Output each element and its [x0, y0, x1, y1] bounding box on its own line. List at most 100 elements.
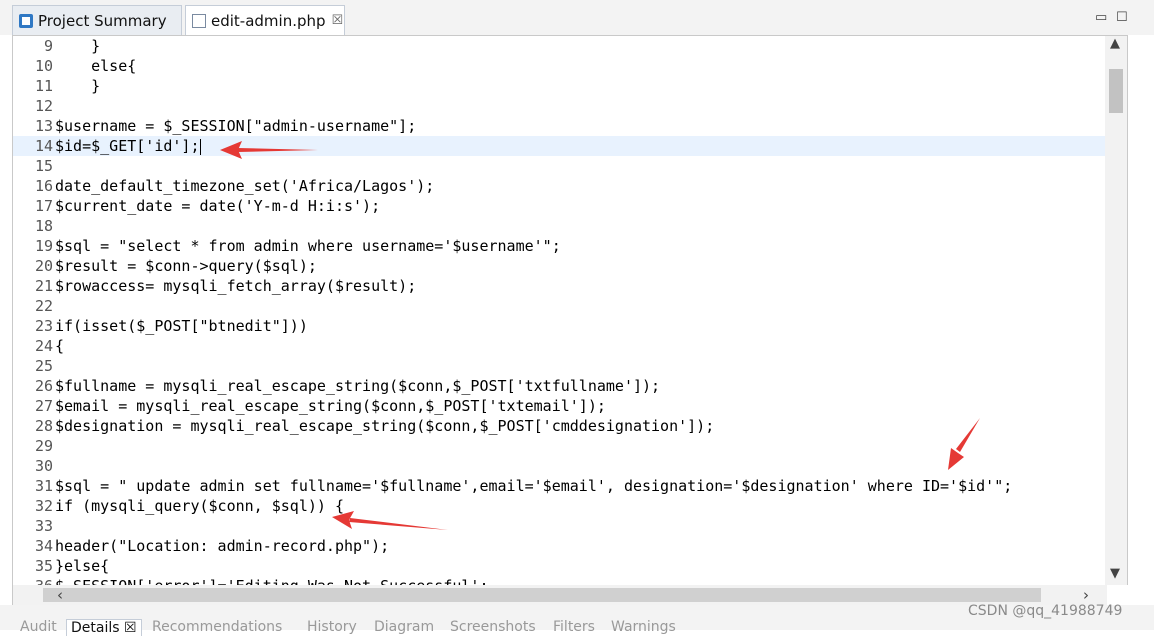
- line-number: 36: [13, 576, 53, 585]
- code-text[interactable]: $result = $conn->query($sql);: [55, 256, 317, 276]
- code-line[interactable]: 14 $id=$_GET['id'];: [13, 136, 1106, 156]
- scroll-left-icon[interactable]: ‹: [57, 586, 63, 604]
- line-number: 10: [34, 57, 53, 75]
- scroll-right-icon[interactable]: ›: [1083, 586, 1089, 604]
- code-line[interactable]: 33: [13, 516, 1106, 536]
- line-number: 13: [34, 117, 53, 135]
- code-line[interactable]: 34 header("Location: admin-record.php");: [13, 536, 1106, 556]
- line-number: 25: [34, 357, 53, 375]
- code-text[interactable]: $current_date = date('Y-m-d H:i:s');: [55, 196, 380, 216]
- code-line[interactable]: 18: [13, 216, 1106, 236]
- line-number: 32: [34, 497, 53, 515]
- code-line[interactable]: 19 $sql = "select * from admin where user…: [13, 236, 1106, 256]
- line-number: 22: [34, 297, 53, 315]
- code-line[interactable]: 23 if(isset($_POST["btnedit"])): [13, 316, 1106, 336]
- tab-history[interactable]: History: [307, 619, 357, 635]
- code-line[interactable]: 30: [13, 456, 1106, 476]
- line-number: 29: [34, 437, 53, 455]
- horizontal-scroll-thumb[interactable]: [43, 588, 1041, 602]
- close-tab-icon[interactable]: ☒: [332, 13, 344, 28]
- line-number: 14: [34, 137, 53, 155]
- code-text[interactable]: }else{: [55, 556, 109, 576]
- code-text[interactable]: $rowaccess= mysqli_fetch_array($result);: [55, 276, 416, 296]
- tab-project-summary[interactable]: Project Summary: [12, 5, 182, 35]
- code-text[interactable]: $username = $_SESSION["admin-username"];: [55, 116, 416, 136]
- code-text[interactable]: if (mysqli_query($conn, $sql)) {: [55, 496, 344, 516]
- code-line[interactable]: 36$_SESSION['error']='Editing Was Not Su…: [13, 576, 1106, 585]
- code-line[interactable]: 21 $rowaccess= mysqli_fetch_array($result…: [13, 276, 1106, 296]
- code-text[interactable]: $sql = " update admin set fullname='$ful…: [55, 476, 1012, 496]
- code-line[interactable]: 17 $current_date = date('Y-m-d H:i:s');: [13, 196, 1106, 216]
- line-number: 17: [34, 197, 53, 215]
- tab-edit-admin[interactable]: edit-admin.php ☒: [185, 5, 345, 35]
- tab-filters[interactable]: Filters: [553, 619, 595, 635]
- editor-tab-bar: Project Summary edit-admin.php ☒ ▭ ☐: [0, 0, 1154, 35]
- code-text[interactable]: {: [55, 336, 64, 356]
- line-number: 9: [43, 37, 53, 55]
- code-line[interactable]: 10 else{: [13, 56, 1106, 76]
- code-line[interactable]: 26 $fullname = mysqli_real_escape_string(…: [13, 376, 1106, 396]
- tab-details[interactable]: Details ☒: [66, 619, 142, 636]
- code-line[interactable]: 25: [13, 356, 1106, 376]
- tab-recommendations[interactable]: Recommendations: [152, 619, 282, 635]
- horizontal-scrollbar[interactable]: ‹ ›: [12, 585, 1107, 605]
- tab-project-summary-label: Project Summary: [38, 11, 167, 30]
- code-editor[interactable]: 9 } 10 else{11 } 12 13 $username = $_SESSION…: [12, 35, 1128, 585]
- line-number: 26: [34, 377, 53, 395]
- maximize-icon[interactable]: ☐: [1116, 10, 1128, 25]
- line-number: 11: [34, 77, 53, 95]
- tab-edit-admin-label: edit-admin.php: [211, 11, 326, 30]
- code-line[interactable]: 16 date_default_timezone_set('Africa/Lago…: [13, 176, 1106, 196]
- code-line[interactable]: 27 $email = mysqli_real_escape_string($co…: [13, 396, 1106, 416]
- scroll-down-icon[interactable]: ▼: [1110, 566, 1120, 581]
- line-number: 18: [34, 217, 53, 235]
- line-number: 20: [34, 257, 53, 275]
- line-number: 21: [34, 277, 53, 295]
- code-text[interactable]: if(isset($_POST["btnedit"])): [55, 316, 308, 336]
- minimize-icon[interactable]: ▭: [1095, 10, 1107, 25]
- vertical-scroll-thumb[interactable]: [1109, 69, 1123, 113]
- line-number: 34: [34, 537, 53, 555]
- tab-screenshots[interactable]: Screenshots: [450, 619, 536, 635]
- line-number: 16: [34, 177, 53, 195]
- code-line[interactable]: 15: [13, 156, 1106, 176]
- line-number: 27: [34, 397, 53, 415]
- line-number: 31: [34, 477, 53, 495]
- scroll-up-icon[interactable]: ▲: [1110, 36, 1120, 51]
- code-line[interactable]: 9 }: [13, 36, 1106, 56]
- code-text[interactable]: $id=$_GET['id'];: [55, 136, 201, 156]
- project-summary-icon: [19, 13, 33, 28]
- code-text[interactable]: }: [55, 36, 100, 56]
- line-number: 24: [34, 337, 53, 355]
- code-text[interactable]: $designation = mysqli_real_escape_string…: [55, 416, 714, 436]
- line-number: 28: [34, 417, 53, 435]
- code-text[interactable]: $_SESSION['error']='Editing Was Not Succ…: [55, 576, 488, 585]
- code-text[interactable]: $sql = "select * from admin where userna…: [55, 236, 561, 256]
- code-line[interactable]: 20 $result = $conn->query($sql);: [13, 256, 1106, 276]
- code-line[interactable]: 28 $designation = mysqli_real_escape_stri…: [13, 416, 1106, 436]
- code-line[interactable]: 11 }: [13, 76, 1106, 96]
- code-text[interactable]: $email = mysqli_real_escape_string($conn…: [55, 396, 606, 416]
- code-text[interactable]: date_default_timezone_set('Africa/Lagos'…: [55, 176, 434, 196]
- tab-audit[interactable]: Audit: [20, 619, 57, 635]
- code-line[interactable]: 24{: [13, 336, 1106, 356]
- line-number: 19: [34, 237, 53, 255]
- tab-diagram[interactable]: Diagram: [374, 619, 434, 635]
- vertical-scrollbar[interactable]: ▲ ▼: [1105, 36, 1127, 585]
- code-text[interactable]: header("Location: admin-record.php");: [55, 536, 389, 556]
- code-line[interactable]: 22: [13, 296, 1106, 316]
- code-text[interactable]: $fullname = mysqli_real_escape_string($c…: [55, 376, 660, 396]
- watermark: CSDN @qq_41988749: [968, 603, 1123, 619]
- code-line[interactable]: 13 $username = $_SESSION["admin-username"…: [13, 116, 1106, 136]
- line-number: 15: [34, 157, 53, 175]
- code-line[interactable]: 31 $sql = " update admin set fullname='$f…: [13, 476, 1106, 496]
- code-line[interactable]: 35}else{: [13, 556, 1106, 576]
- code-text[interactable]: }: [55, 76, 100, 96]
- code-text[interactable]: else{: [55, 56, 136, 76]
- code-area[interactable]: 9 } 10 else{11 } 12 13 $username = $_SESSION…: [13, 36, 1106, 585]
- code-line[interactable]: 32 if (mysqli_query($conn, $sql)) {: [13, 496, 1106, 516]
- code-line[interactable]: 12: [13, 96, 1106, 116]
- tab-warnings[interactable]: Warnings: [611, 619, 676, 635]
- line-number: 33: [34, 517, 53, 535]
- code-line[interactable]: 29: [13, 436, 1106, 456]
